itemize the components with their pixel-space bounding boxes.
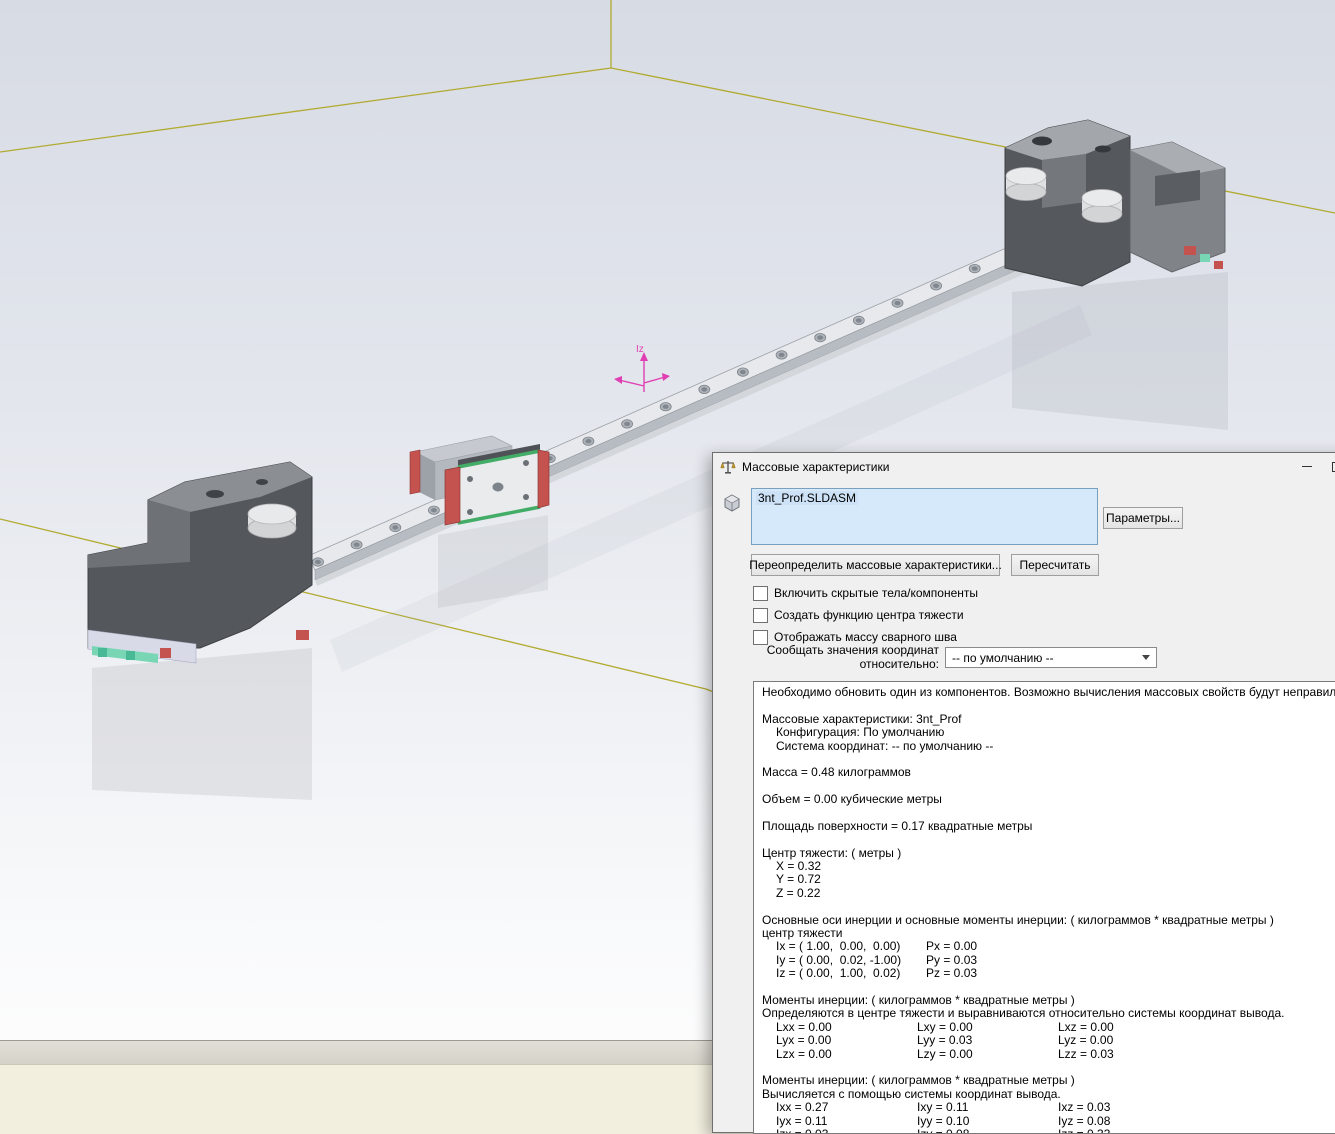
recalculate-button[interactable]: Пересчитать	[1011, 554, 1099, 576]
results-panel[interactable]: Необходимо обновить один из компонентов.…	[753, 681, 1335, 1134]
assembly-icon	[722, 493, 742, 513]
checkbox-box-icon[interactable]	[753, 586, 768, 601]
axis-ix: Ix = ( 1.00, 0.00, 0.00)	[776, 940, 926, 953]
override-mass-properties-button[interactable]: Переопределить массовые характеристики..…	[751, 554, 1000, 576]
ixy: Ixy = 0.11	[917, 1101, 1058, 1114]
end-block-right	[1005, 120, 1225, 286]
inertia-out-row: Iyx = 0.11 Iyy = 0.10 Iyz = 0.08	[754, 1115, 1335, 1128]
moment-py: Py = 0.03	[926, 954, 1067, 967]
summary-title: Массовые характеристики: 3nt_Prof	[754, 713, 1335, 726]
document-name[interactable]: 3nt_Prof.SLDASM	[756, 491, 858, 505]
izx: Izx = 0.03	[776, 1128, 917, 1134]
inertia-cm-subheader: Определяются в центре тяжести и выравнив…	[754, 1007, 1335, 1020]
principal-row: Iy = ( 0.00, 0.02, -1.00) Py = 0.03	[754, 954, 1335, 967]
moment-px: Px = 0.00	[926, 940, 1067, 953]
coordinate-system-dropdown[interactable]: -- по умолчанию --	[945, 647, 1157, 668]
checkbox-label: Отображать массу сварного шва	[774, 630, 957, 644]
axis-iz: Iz = ( 0.00, 1.00, 0.02)	[776, 967, 926, 980]
moment-pz: Pz = 0.03	[926, 967, 1067, 980]
blank-line	[754, 1061, 1335, 1074]
principal-subheader: центр тяжести	[754, 927, 1335, 940]
lxy: Lxy = 0.00	[917, 1021, 1058, 1034]
inertia-cm-header: Моменты инерции: ( килограммов * квадрат…	[754, 994, 1335, 1007]
mass-line: Масса = 0.48 килограммов	[754, 766, 1335, 779]
ixz: Ixz = 0.03	[1058, 1101, 1199, 1114]
report-coords-label: Сообщать значения координат относительно…	[749, 643, 939, 671]
izy: Izy = 0.08	[917, 1128, 1058, 1134]
mass-properties-dialog: Массовые характеристики 3nt_Prof.SLDASM …	[712, 452, 1335, 1133]
checkbox-label: Включить скрытые тела/компоненты	[774, 586, 978, 600]
cog-x: X = 0.32	[754, 860, 1335, 873]
warning-text: Необходимо обновить один из компонентов.…	[754, 686, 1335, 699]
coordinate-triad: Iz	[614, 344, 670, 392]
maximize-button[interactable]	[1322, 457, 1335, 477]
inertia-cm-row: Lyx = 0.00 Lyy = 0.03 Lyz = 0.00	[754, 1034, 1335, 1047]
blank-line	[754, 753, 1335, 766]
triad-axis-label: Iz	[636, 344, 644, 355]
inertia-out-row: Izx = 0.03 Izy = 0.08 Izz = 0.33	[754, 1128, 1335, 1134]
lzx: Lzx = 0.00	[776, 1048, 917, 1061]
cog-z: Z = 0.22	[754, 887, 1335, 900]
checkbox-box-icon[interactable]	[753, 608, 768, 623]
cog-header: Центр тяжести: ( метры )	[754, 847, 1335, 860]
checkbox-create-cog-feature[interactable]: Создать функцию центра тяжести	[753, 607, 964, 623]
document-list[interactable]: 3nt_Prof.SLDASM	[751, 488, 1098, 545]
minimize-button[interactable]	[1292, 457, 1322, 477]
lyx: Lyx = 0.00	[776, 1034, 917, 1047]
lyz: Lyz = 0.00	[1058, 1034, 1199, 1047]
checkbox-label: Создать функцию центра тяжести	[774, 608, 964, 622]
surface-area-line: Площадь поверхности = 0.17 квадратные ме…	[754, 820, 1335, 833]
configuration-line: Конфигурация: По умолчанию	[754, 726, 1335, 739]
blank-line	[754, 807, 1335, 820]
inertia-out-subheader: Вычисляется с помощью системы координат …	[754, 1088, 1335, 1101]
inertia-cm-row: Lxx = 0.00 Lxy = 0.00 Lxz = 0.00	[754, 1021, 1335, 1034]
dialog-titlebar[interactable]: Массовые характеристики	[713, 453, 1335, 480]
lzz: Lzz = 0.03	[1058, 1048, 1199, 1061]
report-coords-label-line2: относительно:	[749, 657, 939, 671]
blank-line	[754, 900, 1335, 913]
izz: Izz = 0.33	[1058, 1128, 1199, 1134]
dialog-title: Массовые характеристики	[742, 460, 889, 474]
mass-properties-icon	[720, 459, 736, 475]
lyy: Lyy = 0.03	[917, 1034, 1058, 1047]
axis-iy: Iy = ( 0.00, 0.02, -1.00)	[776, 954, 926, 967]
lxz: Lxz = 0.00	[1058, 1021, 1199, 1034]
minimize-icon	[1302, 466, 1312, 467]
inertia-out-row: Ixx = 0.27 Ixy = 0.11 Ixz = 0.03	[754, 1101, 1335, 1114]
blank-line	[754, 780, 1335, 793]
options-button[interactable]: Параметры...	[1103, 507, 1183, 529]
lxx: Lxx = 0.00	[776, 1021, 917, 1034]
chevron-down-icon	[1142, 655, 1150, 660]
report-coords-label-line1: Сообщать значения координат	[749, 643, 939, 657]
end-block-left	[88, 462, 312, 663]
maximize-icon	[1332, 462, 1335, 472]
dropdown-value: -- по умолчанию --	[952, 651, 1138, 665]
iyx: Iyx = 0.11	[776, 1115, 917, 1128]
principal-row: Iz = ( 0.00, 1.00, 0.02) Pz = 0.03	[754, 967, 1335, 980]
lzy: Lzy = 0.00	[917, 1048, 1058, 1061]
iyz: Iyz = 0.08	[1058, 1115, 1199, 1128]
cog-y: Y = 0.72	[754, 873, 1335, 886]
blank-line	[754, 981, 1335, 994]
principal-row: Ix = ( 1.00, 0.00, 0.00) Px = 0.00	[754, 940, 1335, 953]
inertia-cm-row: Lzx = 0.00 Lzy = 0.00 Lzz = 0.03	[754, 1048, 1335, 1061]
iyy: Iyy = 0.10	[917, 1115, 1058, 1128]
ixx: Ixx = 0.27	[776, 1101, 917, 1114]
principal-header: Основные оси инерции и основные моменты …	[754, 914, 1335, 927]
blank-line	[754, 833, 1335, 846]
volume-line: Объем = 0.00 кубические метры	[754, 793, 1335, 806]
blank-line	[754, 699, 1335, 712]
coord-system-line: Система координат: -- по умолчанию --	[754, 740, 1335, 753]
checkbox-include-hidden[interactable]: Включить скрытые тела/компоненты	[753, 585, 978, 601]
inertia-out-header: Моменты инерции: ( килограммов * квадрат…	[754, 1074, 1335, 1087]
